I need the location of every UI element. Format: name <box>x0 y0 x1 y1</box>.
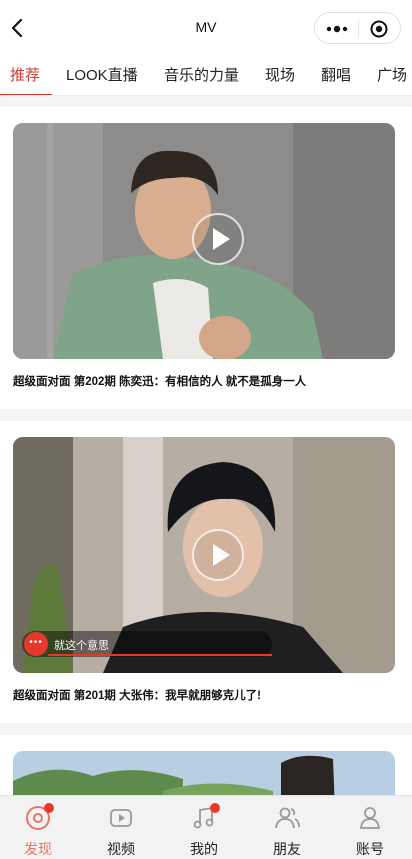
nav-discover[interactable]: 发现 <box>0 796 79 859</box>
tab-look-live[interactable]: LOOK直播 <box>66 64 138 85</box>
nav-label: 发现 <box>24 841 52 857</box>
mini-program-capsule <box>314 12 401 44</box>
category-tabs: 推荐 LOOK直播 音乐的力量 现场 翻唱 广场 <box>0 56 412 96</box>
video-card[interactable]: ••• 就这个意思 超级面对面 第201期 大张伟：我早就朋够克儿了! <box>0 421 412 723</box>
danmu-text: 就这个意思 <box>54 640 109 652</box>
notification-badge <box>44 803 54 813</box>
danmu-avatar-icon: ••• <box>24 632 48 656</box>
video-thumbnail[interactable] <box>13 123 395 359</box>
nav-label: 朋友 <box>273 841 301 857</box>
account-icon <box>359 807 381 829</box>
video-icon <box>110 809 132 827</box>
tab-live[interactable]: 现场 <box>265 64 295 85</box>
nav-account[interactable]: 账号 <box>329 796 411 859</box>
notification-badge <box>210 803 220 813</box>
nav-friends[interactable]: 朋友 <box>246 796 328 859</box>
tab-recommend[interactable]: 推荐 <box>10 64 40 85</box>
video-thumbnail[interactable]: ••• 就这个意思 <box>13 437 395 673</box>
more-dots-icon[interactable] <box>325 22 349 36</box>
tab-cover[interactable]: 翻唱 <box>321 64 351 85</box>
play-button[interactable] <box>192 529 244 581</box>
tab-power-of-music[interactable]: 音乐的力量 <box>164 64 239 85</box>
nav-label: 我的 <box>190 841 218 857</box>
active-tab-indicator <box>0 94 52 95</box>
danmu-progress <box>48 654 272 656</box>
tab-square[interactable]: 广场 <box>377 64 407 85</box>
video-title[interactable]: 超级面对面 第201期 大张伟：我早就朋够克儿了! <box>13 687 261 703</box>
friends-icon <box>275 807 300 829</box>
play-button[interactable] <box>192 213 244 265</box>
close-target-icon[interactable] <box>370 20 388 38</box>
nav-label: 账号 <box>356 841 384 857</box>
capsule-divider <box>358 21 359 37</box>
bottom-nav: 发现 视频 我的 朋友 账号 <box>0 795 412 859</box>
danmu-comment: ••• 就这个意思 <box>22 631 272 657</box>
top-bar: MV <box>0 0 412 56</box>
nav-mine[interactable]: 我的 <box>163 796 245 859</box>
video-card[interactable]: 超级面对面 第202期 陈奕迅：有相信的人 就不是孤身一人 <box>0 107 412 409</box>
video-title[interactable]: 超级面对面 第202期 陈奕迅：有相信的人 就不是孤身一人 <box>13 373 306 389</box>
nav-video[interactable]: 视频 <box>80 796 162 859</box>
nav-label: 视频 <box>107 841 135 857</box>
